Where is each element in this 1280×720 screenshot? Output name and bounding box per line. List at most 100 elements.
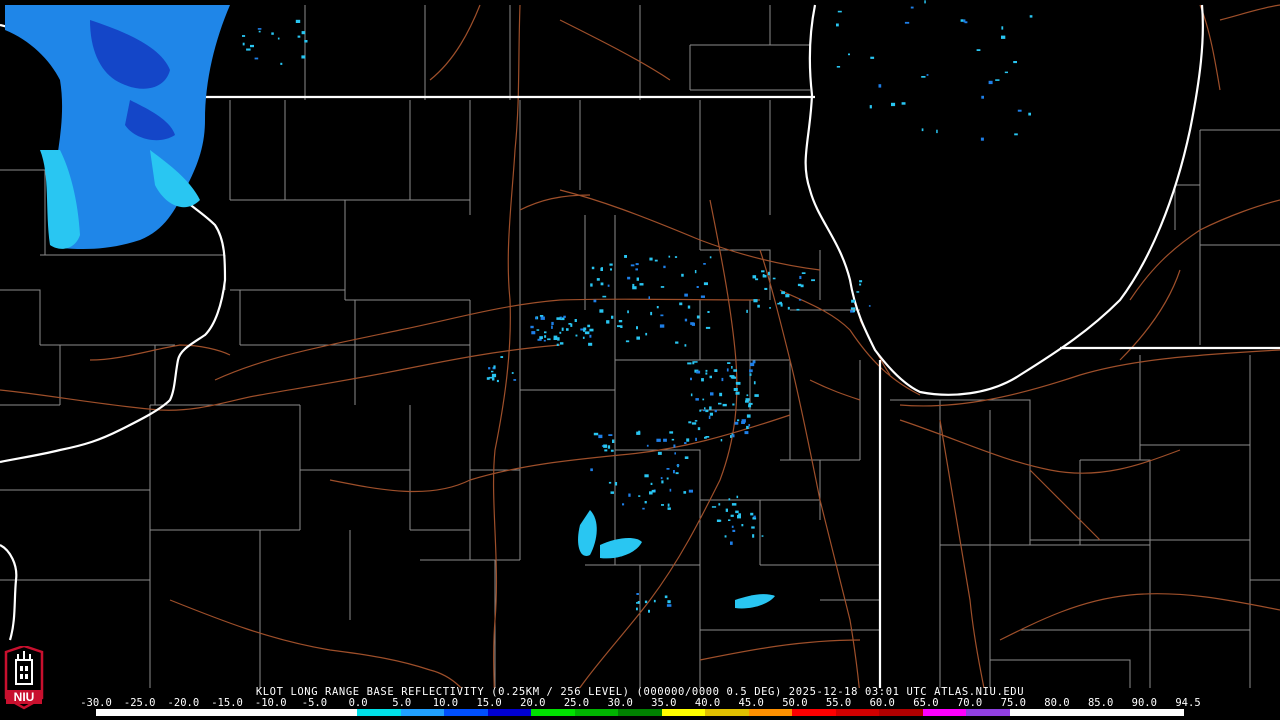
- echo-speck: [746, 309, 748, 313]
- echo-speck: [606, 320, 610, 324]
- echo-speck: [777, 302, 782, 305]
- echo-speck: [575, 334, 578, 337]
- echo-speck: [901, 102, 906, 105]
- echo-speck: [710, 392, 714, 396]
- echo-speck: [650, 311, 653, 316]
- echo-speck: [673, 470, 675, 474]
- logo-text: NIU: [14, 690, 35, 704]
- echo-speck: [598, 434, 603, 439]
- echo-speck: [666, 477, 669, 480]
- echo-speck: [644, 501, 647, 504]
- echo-speck: [796, 308, 800, 311]
- scale-label: 55.0: [825, 697, 852, 709]
- echo-speck: [936, 129, 938, 134]
- echo-speck: [543, 339, 546, 342]
- echo-speck: [649, 257, 653, 261]
- echo-speck: [539, 315, 544, 317]
- echo-speck: [612, 439, 615, 443]
- echo-speck: [684, 318, 688, 322]
- echo-speck: [667, 503, 670, 507]
- echo-speck: [746, 414, 751, 418]
- echo-speck: [660, 286, 665, 288]
- echo-speck: [593, 432, 599, 436]
- echo-speck: [733, 369, 737, 372]
- echo-speck: [644, 600, 648, 604]
- echo-speck: [632, 286, 637, 290]
- echo-speck: [724, 535, 727, 538]
- echo-speck: [544, 335, 547, 338]
- echo-speck: [574, 319, 577, 322]
- echo-speck: [242, 42, 245, 46]
- echo-speck: [762, 274, 767, 278]
- echo-speck: [551, 325, 553, 329]
- echo-speck: [731, 376, 737, 379]
- echo-speck: [735, 391, 740, 395]
- echo-speck: [610, 449, 614, 452]
- colorbar-segment: [357, 709, 401, 716]
- echo-speck: [639, 283, 644, 286]
- radar-map: [0, 0, 1280, 688]
- echo-speck: [797, 283, 802, 287]
- echo-speck: [535, 317, 538, 320]
- scale-label: 0.0: [348, 697, 368, 709]
- echo-speck: [695, 398, 699, 401]
- echo-speck: [705, 369, 708, 372]
- echo-speck: [878, 84, 882, 88]
- echo-speck: [726, 368, 729, 372]
- echo-speck: [608, 481, 612, 484]
- colorbar-segment: [313, 709, 358, 716]
- echo-speck: [687, 362, 692, 365]
- echo-speck: [799, 275, 802, 279]
- echo-speck: [732, 403, 735, 406]
- echo-speck: [749, 373, 752, 376]
- scale-label: -10.0: [254, 697, 287, 709]
- echo-speck: [686, 438, 690, 442]
- colorbar-segment: [1009, 709, 1054, 716]
- echo-speck: [636, 602, 640, 604]
- echo-speck: [746, 394, 749, 397]
- echo-speck: [257, 28, 262, 30]
- echo-speck: [690, 322, 694, 325]
- echo-speck: [645, 332, 648, 336]
- scale-label: 25.0: [563, 697, 590, 709]
- echo-speck: [661, 504, 664, 506]
- colorbar-segment: [183, 709, 227, 716]
- colorbar-segment: [792, 709, 836, 716]
- echo-speck: [559, 342, 564, 345]
- echo-speck: [718, 402, 722, 405]
- echo-speck: [280, 62, 283, 65]
- echo-speck: [667, 600, 671, 604]
- echo-speck: [737, 419, 740, 422]
- echo-speck: [748, 402, 753, 405]
- scale-label: 5.0: [392, 697, 412, 709]
- colorbar-segment: [400, 709, 445, 716]
- echo-speck: [607, 284, 610, 287]
- scale-label: -20.0: [167, 697, 200, 709]
- echo-speck: [750, 512, 754, 516]
- echo-speck: [618, 320, 623, 323]
- echo-speck: [553, 335, 558, 338]
- scale-label: 75.0: [1000, 697, 1026, 709]
- echo-speck: [625, 340, 630, 343]
- echo-speck: [694, 420, 698, 422]
- echo-speck: [705, 409, 709, 413]
- echo-speck: [661, 480, 664, 484]
- echo-speck: [769, 307, 771, 309]
- echo-speck: [738, 513, 741, 515]
- scale-label: 94.5: [1175, 697, 1201, 709]
- echo-speck: [734, 421, 739, 425]
- echo-speck: [242, 35, 246, 37]
- echo-speck: [537, 338, 542, 341]
- echo-speck: [614, 482, 618, 486]
- echo-speck: [607, 445, 611, 449]
- echo-speck: [976, 49, 981, 51]
- echo-speck: [295, 19, 301, 23]
- echo-speck: [656, 306, 659, 309]
- echo-speck: [753, 299, 758, 303]
- echo-speck: [705, 326, 711, 329]
- echo-speck: [1028, 112, 1031, 116]
- echo-speck: [859, 280, 863, 283]
- echo-speck: [588, 342, 593, 346]
- echo-speck: [561, 327, 564, 331]
- echo-speck: [697, 427, 701, 431]
